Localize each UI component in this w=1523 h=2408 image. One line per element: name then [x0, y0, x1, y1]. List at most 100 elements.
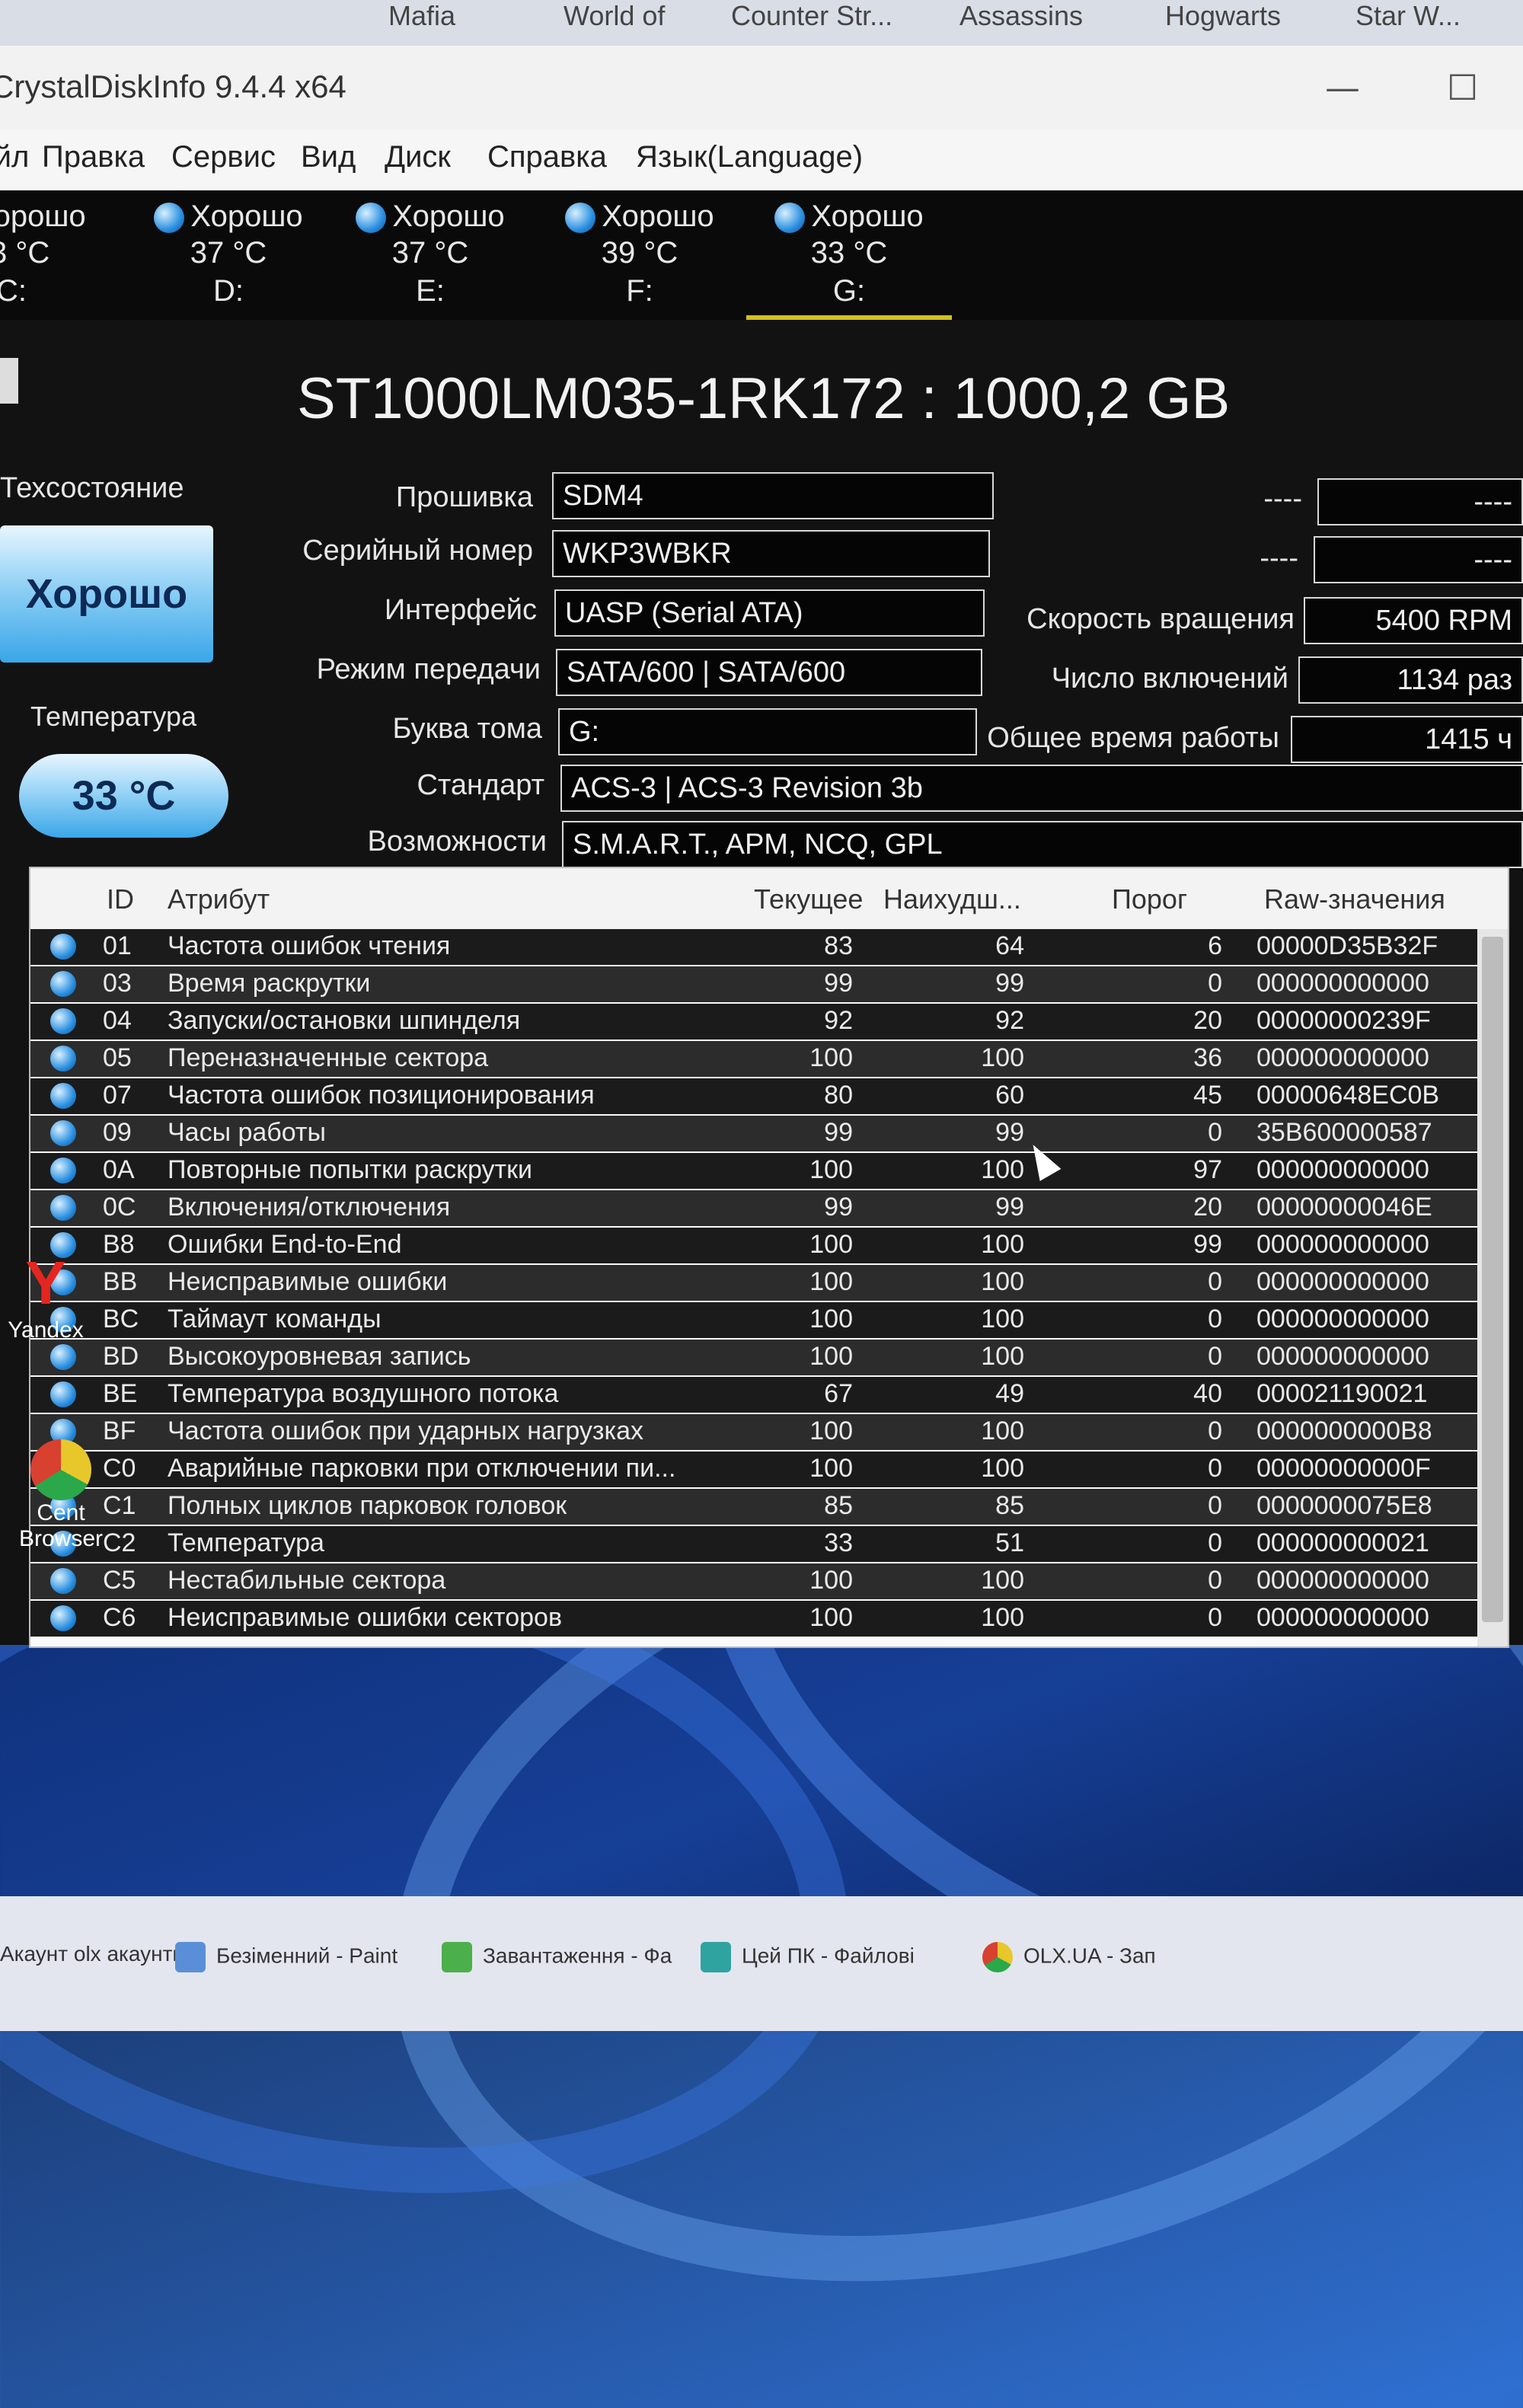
- bookmark[interactable]: Star W...: [1355, 0, 1461, 32]
- col-header-threshold[interactable]: Порог: [1112, 883, 1187, 915]
- table-row[interactable]: 07 Частота ошибок позиционирования 80 60 45 0…: [30, 1078, 1477, 1114]
- table-row[interactable]: BC Таймаут команды 100 100 0 000000000000: [30, 1302, 1477, 1338]
- menu-disk[interactable]: Диск: [385, 140, 451, 174]
- transfer-mode-label: Режим передачи: [316, 653, 541, 685]
- cell-worst: 99: [995, 1118, 1024, 1147]
- cent-browser-icon: [30, 1439, 91, 1500]
- table-row[interactable]: BE Температура воздушного потока 67 49 40 000…: [30, 1377, 1477, 1413]
- interface-label: Интерфейс: [384, 594, 537, 626]
- table-row[interactable]: BB Неисправимые ошибки 100 100 0 000000000000: [30, 1265, 1477, 1301]
- prev-disk-button[interactable]: [0, 358, 18, 404]
- table-row[interactable]: 0C Включения/отключения 99 99 20 00000000046E: [30, 1190, 1477, 1226]
- taskbar-item[interactable]: OLX.UA - Зап: [982, 1942, 1156, 1972]
- table-row[interactable]: C0 Аварийные парковки при отключении пи..…: [30, 1452, 1477, 1487]
- disk-letter: G:: [832, 274, 866, 308]
- standard-field: ACS-3 | ACS-3 Revision 3b: [560, 765, 1523, 812]
- menu-edit[interactable]: Правка: [42, 140, 145, 174]
- table-row[interactable]: 0A Повторные попытки раскрутки 100 100 97 000…: [30, 1153, 1477, 1189]
- serial-field: WKP3WBKR: [552, 530, 990, 577]
- col-header-attribute[interactable]: Атрибут: [168, 883, 270, 915]
- bookmark[interactable]: Assassins: [959, 0, 1083, 32]
- smart-attributes-table[interactable]: ID Атрибут Текущее Наихудш... Порог Raw-…: [29, 867, 1509, 1648]
- cell-attribute: Высокоуровневая запись: [168, 1342, 471, 1371]
- col-header-id[interactable]: ID: [107, 883, 134, 915]
- cell-threshold: 0: [1208, 1305, 1222, 1333]
- disk-letter: E:: [416, 274, 445, 308]
- status-good-icon: [50, 1046, 76, 1071]
- desktop-icon-label: Cent Browser: [18, 1500, 104, 1551]
- disk-tab-g[interactable]: Хорошо 33 °C G:: [746, 190, 952, 320]
- table-row[interactable]: 01 Частота ошибок чтения 83 64 6 00000D35B32F: [30, 929, 1477, 965]
- bookmark[interactable]: Hogwarts: [1165, 0, 1281, 32]
- minimize-icon[interactable]: —: [1325, 67, 1360, 108]
- title-bar[interactable]: CrystalDiskInfo 9.4.4 x64 — ☐: [0, 46, 1523, 129]
- cell-threshold: 6: [1208, 931, 1222, 960]
- bookmark[interactable]: Counter Str...: [731, 0, 892, 32]
- table-scrollbar[interactable]: [1477, 929, 1508, 1646]
- table-row[interactable]: C6 Неисправимые ошибки секторов 100 100 0 000…: [30, 1601, 1477, 1637]
- taskbar-item[interactable]: Цей ПК - Файлові: [701, 1942, 915, 1972]
- col-header-raw[interactable]: Raw-значения: [1264, 883, 1445, 915]
- taskbar-item[interactable]: Завантаження - Фа: [442, 1942, 672, 1972]
- table-scrollbar-thumb[interactable]: [1482, 937, 1503, 1622]
- taskbar-item[interactable]: Акаунт olx акаунти.t: [0, 1942, 196, 1966]
- disk-tab-d[interactable]: Хорошо 37 °C D:: [126, 190, 331, 320]
- table-row[interactable]: 09 Часы работы 99 99 0 35B600000587: [30, 1116, 1477, 1151]
- cell-worst: 64: [995, 931, 1024, 960]
- menu-bar: Файл Правка Сервис Вид Диск Справка Язык…: [0, 129, 1523, 191]
- table-row[interactable]: C1 Полных циклов парковок головок 85 85 0 000…: [30, 1489, 1477, 1525]
- cell-current: 99: [824, 969, 853, 998]
- cell-attribute: Часы работы: [168, 1118, 326, 1147]
- disk-tab-c[interactable]: Хорошо 53 °C C:: [0, 190, 114, 320]
- taskbar-item[interactable]: Безіменний - Paint: [175, 1942, 398, 1972]
- table-row[interactable]: BD Высокоуровневая запись 100 100 0 000000000…: [30, 1340, 1477, 1375]
- cell-threshold: 45: [1193, 1081, 1222, 1110]
- table-row[interactable]: 03 Время раскрутки 99 99 0 000000000000: [30, 966, 1477, 1002]
- menu-view[interactable]: Вид: [301, 140, 356, 174]
- table-row[interactable]: 05 Переназначенные сектора 100 100 36 0000000…: [30, 1041, 1477, 1077]
- table-row[interactable]: B8 Ошибки End-to-End 100 100 99 000000000000: [30, 1228, 1477, 1263]
- disk-model-title: ST1000LM035-1RK172 : 1000,2 GB: [297, 366, 1231, 431]
- standard-label: Стандарт: [417, 769, 544, 801]
- disk-status: Хорошо: [0, 200, 86, 233]
- table-row[interactable]: C2 Температура 33 51 0 000000000021: [30, 1526, 1477, 1562]
- table-row[interactable]: C5 Нестабильные сектора 100 100 0 00000000000…: [30, 1563, 1477, 1599]
- blank-label-2: ----: [1260, 542, 1298, 574]
- health-status-button[interactable]: Хорошо: [0, 525, 213, 663]
- cell-raw: 000000000000: [1256, 969, 1429, 998]
- cell-threshold: 0: [1208, 1603, 1222, 1632]
- cell-id: BC: [103, 1305, 139, 1333]
- cell-current: 80: [824, 1081, 853, 1110]
- cell-raw: 000000000000: [1256, 1566, 1429, 1595]
- disk-tab-e[interactable]: Хорошо 37 °C E:: [327, 190, 533, 320]
- menu-file[interactable]: Файл: [0, 140, 29, 174]
- cell-attribute: Таймаут команды: [168, 1305, 382, 1333]
- cell-id: 09: [103, 1118, 132, 1147]
- bookmark[interactable]: Mafia: [388, 0, 455, 32]
- cell-raw: 35B600000587: [1256, 1118, 1432, 1147]
- temperature-badge[interactable]: 33 °C: [19, 754, 228, 838]
- disk-tab-f[interactable]: Хорошо 39 °C F:: [537, 190, 742, 320]
- cell-threshold: 0: [1208, 1528, 1222, 1557]
- status-good-icon: [50, 1008, 76, 1034]
- col-header-worst[interactable]: Наихудш...: [883, 883, 1021, 915]
- cell-worst: 100: [981, 1454, 1024, 1483]
- cell-current: 85: [824, 1491, 853, 1520]
- maximize-icon[interactable]: ☐: [1447, 67, 1478, 108]
- cell-threshold: 0: [1208, 1118, 1222, 1147]
- cell-id: 04: [103, 1006, 132, 1035]
- desktop-icon-yandex[interactable]: Y Yandex: [0, 1249, 91, 1343]
- firmware-field: SDM4: [552, 472, 994, 519]
- table-row[interactable]: 04 Запуски/остановки шпинделя 92 92 20 000000…: [30, 1004, 1477, 1040]
- serial-label: Серийный номер: [302, 535, 533, 567]
- col-header-current[interactable]: Текущее: [754, 883, 863, 915]
- menu-language[interactable]: Язык(Language): [636, 140, 863, 174]
- cell-threshold: 40: [1193, 1379, 1222, 1408]
- menu-help[interactable]: Справка: [487, 140, 607, 174]
- menu-service[interactable]: Сервис: [171, 140, 276, 174]
- taskbar: Акаунт olx акаунти.t Безіменний - Paint …: [0, 1896, 1523, 2031]
- desktop-icon-cent-browser[interactable]: Cent Browser: [0, 1439, 122, 1552]
- bookmark[interactable]: World of: [564, 0, 665, 32]
- disk-status: Хорошо: [190, 200, 303, 233]
- table-row[interactable]: BF Частота ошибок при ударных нагрузках 10…: [30, 1414, 1477, 1450]
